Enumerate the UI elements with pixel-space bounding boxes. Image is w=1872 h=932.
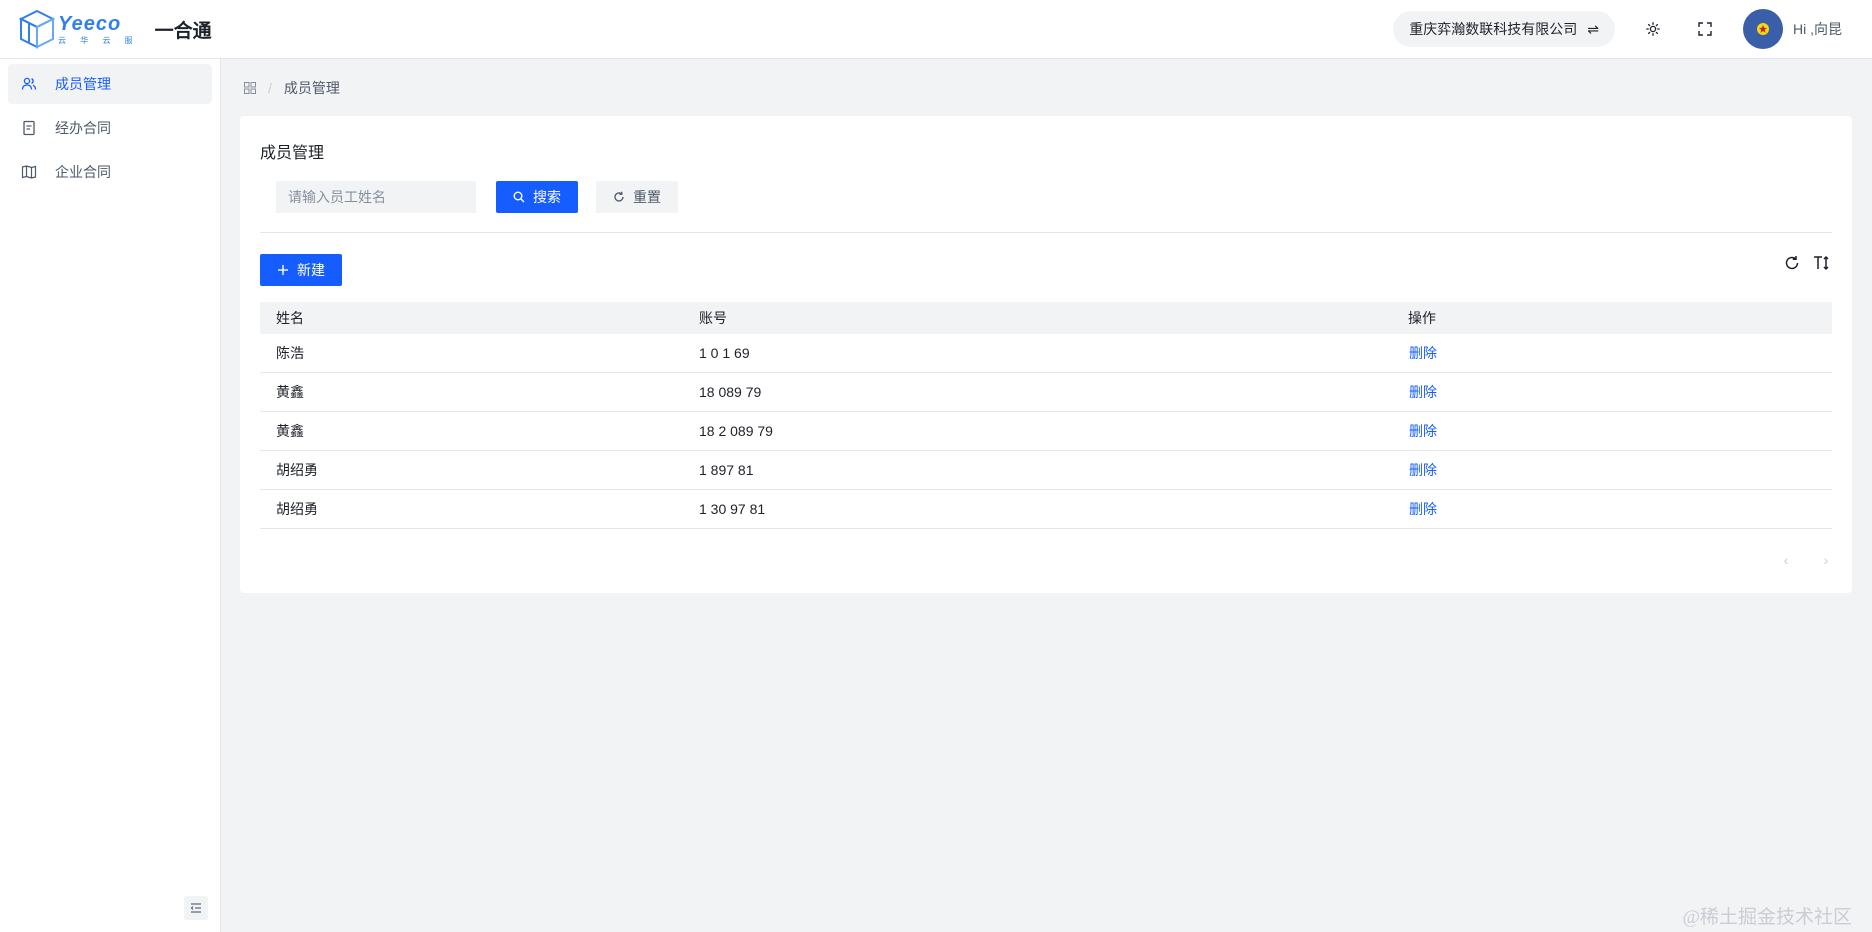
- sidebar-item-handled-contracts[interactable]: 经办合同: [8, 108, 212, 148]
- members-table: 姓名 账号 操作 陈浩 1 0 1 69 删除 黄鑫 18 089 79 删除 …: [260, 302, 1832, 529]
- expand-icon: [1698, 22, 1712, 36]
- delete-link[interactable]: 删除: [1409, 460, 1437, 480]
- delete-link[interactable]: 删除: [1409, 382, 1437, 402]
- table-header: 姓名 账号 操作: [260, 302, 1832, 334]
- search-button-label: 搜索: [533, 189, 561, 205]
- company-switcher[interactable]: 重庆弈瀚数联科技有限公司 ⇌: [1393, 11, 1615, 47]
- plus-icon: [277, 264, 289, 276]
- reload-table-icon[interactable]: [1782, 253, 1802, 273]
- avatar[interactable]: [1743, 9, 1783, 49]
- breadcrumb: / 成员管理: [244, 78, 340, 98]
- row-density-icon[interactable]: [1812, 253, 1832, 273]
- member-account: 1 897 81: [699, 462, 754, 478]
- member-account: 18 2 089 79: [699, 423, 773, 439]
- star-badge-icon: [1757, 23, 1769, 35]
- fullscreen-icon[interactable]: [1691, 15, 1719, 43]
- member-name: 胡绍勇: [276, 501, 318, 517]
- add-member-button-label: 新建: [297, 262, 325, 278]
- search-button[interactable]: 搜索: [496, 181, 578, 213]
- member-name: 黄鑫: [276, 384, 304, 400]
- delete-link[interactable]: 删除: [1409, 343, 1437, 363]
- breadcrumb-current: 成员管理: [283, 80, 340, 96]
- member-name: 胡绍勇: [276, 462, 318, 478]
- sun-icon: [1646, 22, 1660, 36]
- logo-cube-icon: [18, 9, 56, 49]
- reset-button[interactable]: 重置: [596, 181, 678, 213]
- members-card: 成员管理 搜索 重置 新建 姓名 账号 操作 陈浩 1 0 1: [240, 116, 1852, 593]
- column-header-name: 姓名: [276, 310, 304, 326]
- sidebar-item-members[interactable]: 成员管理: [8, 64, 212, 104]
- book-icon: [21, 164, 37, 180]
- sidebar: 成员管理 经办合同 企业合同: [0, 59, 221, 932]
- sidebar-item-label: 企业合同: [55, 164, 111, 180]
- watermark: @稀土掘金技术社区: [1682, 907, 1853, 928]
- sidebar-item-company-contracts[interactable]: 企业合同: [8, 152, 212, 192]
- logo-word: Yeeco: [58, 12, 122, 35]
- delete-link[interactable]: 删除: [1409, 421, 1437, 441]
- table-row: 胡绍勇 1 30 97 81 删除: [260, 490, 1832, 529]
- sidebar-item-label: 经办合同: [55, 120, 111, 136]
- logo: Yeeco 云 华 云 服: [18, 9, 139, 49]
- sidebar-item-label: 成员管理: [55, 76, 111, 92]
- divider: [260, 232, 1832, 233]
- logo-subtitle: 云 华 云 服: [58, 35, 139, 45]
- user-greeting[interactable]: Hi ,向昆: [1793, 19, 1842, 39]
- refresh-icon: [613, 191, 625, 203]
- collapse-sidebar-icon[interactable]: [184, 896, 208, 920]
- table-row: 陈浩 1 0 1 69 删除: [260, 334, 1832, 373]
- search-icon: [513, 191, 525, 203]
- breadcrumb-separator: /: [268, 80, 272, 96]
- table-row: 胡绍勇 1 897 81 删除: [260, 451, 1832, 490]
- page-title: 成员管理: [260, 145, 325, 162]
- member-name: 陈浩: [276, 345, 304, 361]
- member-name: 黄鑫: [276, 423, 304, 439]
- add-member-button[interactable]: 新建: [260, 254, 342, 286]
- app-title: 一合通: [154, 20, 212, 42]
- document-icon: [21, 120, 37, 136]
- table-row: 黄鑫 18 2 089 79 删除: [260, 412, 1832, 451]
- delete-link[interactable]: 删除: [1409, 499, 1437, 519]
- member-account: 18 089 79: [699, 384, 762, 400]
- apps-icon[interactable]: [244, 82, 256, 94]
- top-header: Yeeco 云 华 云 服 一合通 重庆弈瀚数联科技有限公司 ⇌ Hi ,向昆: [0, 0, 1872, 59]
- member-account: 1 30 97 81: [699, 501, 766, 517]
- next-page-button[interactable]: ›: [1816, 550, 1836, 570]
- prev-page-button[interactable]: ‹: [1776, 550, 1796, 570]
- table-row: 黄鑫 18 089 79 删除: [260, 373, 1832, 412]
- reset-button-label: 重置: [633, 189, 661, 205]
- users-icon: [21, 76, 37, 92]
- employee-name-search-input[interactable]: [276, 181, 476, 213]
- swap-icon: ⇌: [1587, 20, 1599, 37]
- theme-toggle-icon[interactable]: [1639, 15, 1667, 43]
- member-account: 1 0 1 69: [699, 345, 750, 361]
- column-header-account: 账号: [699, 310, 727, 326]
- company-name: 重庆弈瀚数联科技有限公司: [1409, 21, 1578, 37]
- column-header-actions: 操作: [1408, 310, 1436, 326]
